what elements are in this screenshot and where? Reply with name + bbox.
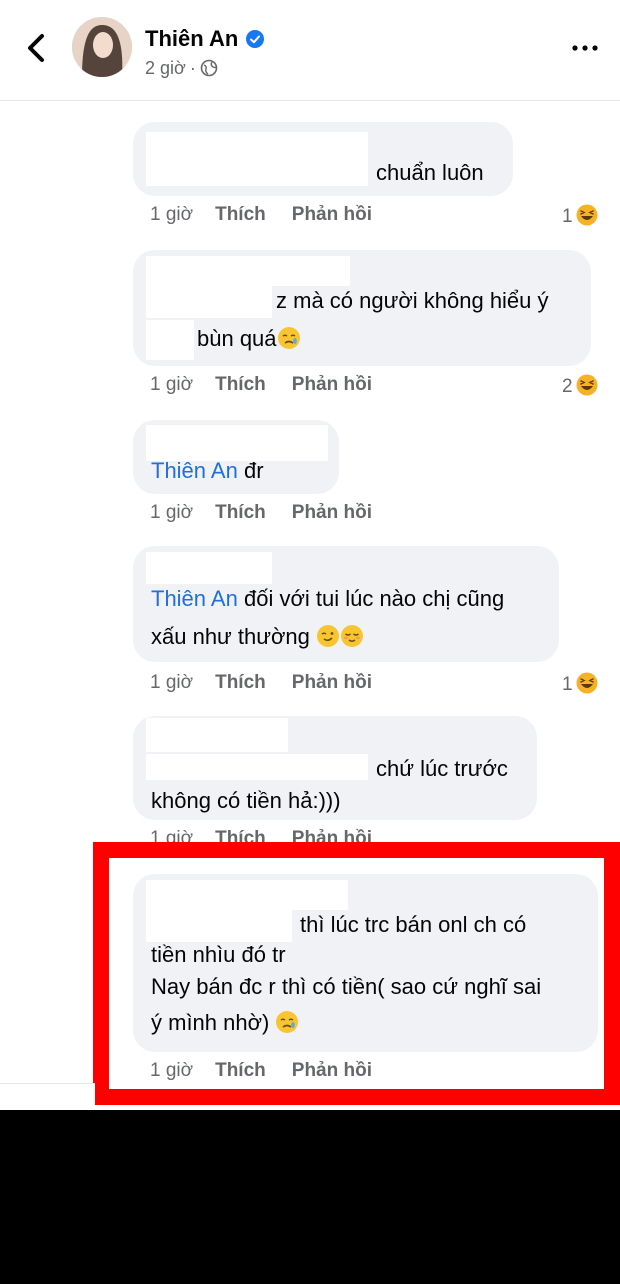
- comment-text-fragment: xấu như thường: [151, 624, 310, 649]
- redacted-username: [146, 132, 368, 186]
- redacted-username: [146, 552, 272, 584]
- author-name[interactable]: Thiên An: [145, 26, 238, 52]
- comment-time: 1 giờ: [150, 502, 194, 523]
- like-button[interactable]: Thích: [215, 828, 266, 842]
- redacted-username: [146, 286, 272, 318]
- comment-actions: 1 giờ Thích Phản hồi: [150, 374, 398, 396]
- post-meta: 2 giờ ·: [145, 58, 218, 79]
- redacted-username: [146, 425, 328, 461]
- black-overlay: [0, 1110, 620, 1284]
- comment-actions: 1 giờ Thích Phản hồi: [150, 672, 398, 694]
- reaction-count[interactable]: 2: [562, 374, 598, 398]
- meta-separator: ·: [189, 58, 196, 78]
- like-button[interactable]: Thích: [215, 672, 266, 693]
- reply-button[interactable]: Phản hồi: [292, 672, 372, 693]
- verified-badge-icon: [246, 30, 264, 48]
- reply-button[interactable]: Phản hồi: [292, 374, 372, 395]
- relieved-emoji-icon: [341, 625, 363, 647]
- redacted-username: [146, 256, 350, 286]
- comment-text-fragment: đr: [243, 458, 264, 483]
- comment-time: 1 giờ: [150, 672, 194, 693]
- comment-text: chuẩn luôn: [376, 160, 484, 185]
- redacted-username: [146, 718, 288, 752]
- crying-emoji-icon: [277, 327, 300, 349]
- like-button[interactable]: Thích: [215, 374, 266, 395]
- composer-bar: [0, 1083, 95, 1111]
- winking-emoji-icon: [317, 625, 339, 647]
- reaction-number: 2: [562, 376, 573, 397]
- comment-time: 1 giờ: [150, 374, 194, 395]
- reaction-count[interactable]: 1: [562, 672, 598, 696]
- more-options-icon[interactable]: [570, 36, 600, 60]
- haha-reaction-icon: [576, 374, 598, 396]
- reply-button[interactable]: Phản hồi: [292, 204, 372, 225]
- post-time: 2 giờ: [145, 58, 186, 78]
- highlight-box: [93, 842, 620, 1105]
- reply-button[interactable]: Phản hồi: [292, 502, 372, 523]
- haha-reaction-icon: [576, 204, 598, 226]
- comment-actions: 1 giờ Thích Phản hồi: [150, 502, 398, 524]
- redacted-username: [146, 754, 368, 780]
- reaction-count[interactable]: 1: [562, 204, 598, 228]
- back-icon[interactable]: [22, 30, 50, 66]
- like-button[interactable]: Thích: [215, 502, 266, 523]
- comment-text-fragment: đối với tui lúc nào chị cũng: [243, 586, 505, 611]
- comment-text-line: Thiên An đối với tui lúc nào chị cũng: [151, 586, 504, 612]
- comment-text-fragment: bùn quá: [197, 326, 277, 351]
- comment-text-line: bùn quá: [197, 326, 301, 352]
- post-header: Thiên An 2 giờ ·: [0, 0, 620, 101]
- like-button[interactable]: Thích: [215, 204, 266, 225]
- comment-text-line: không có tiền hả:))): [151, 788, 341, 813]
- comment-time: 1 giờ: [150, 828, 194, 842]
- mention-link[interactable]: Thiên An: [151, 458, 238, 483]
- haha-reaction-icon: [576, 672, 598, 694]
- reaction-number: 1: [562, 674, 573, 695]
- comment-text-line: z mà có người không hiểu ý: [276, 288, 549, 313]
- avatar[interactable]: [72, 17, 132, 77]
- comment-text: Thiên An đr: [151, 458, 264, 484]
- comment-text-line: chứ lúc trước: [376, 756, 508, 781]
- reply-button[interactable]: Phản hồi: [292, 828, 372, 842]
- redacted-username: [146, 320, 194, 360]
- reaction-number: 1: [562, 206, 573, 227]
- comment-text-line: xấu như thường: [151, 624, 364, 650]
- mention-link[interactable]: Thiên An: [151, 586, 238, 611]
- comment-time: 1 giờ: [150, 204, 194, 225]
- comment-actions: 1 giờ Thích Phản hồi: [150, 204, 398, 226]
- globe-icon: [200, 59, 218, 77]
- comment-actions: 1 giờ Thích Phản hồi: [150, 828, 398, 842]
